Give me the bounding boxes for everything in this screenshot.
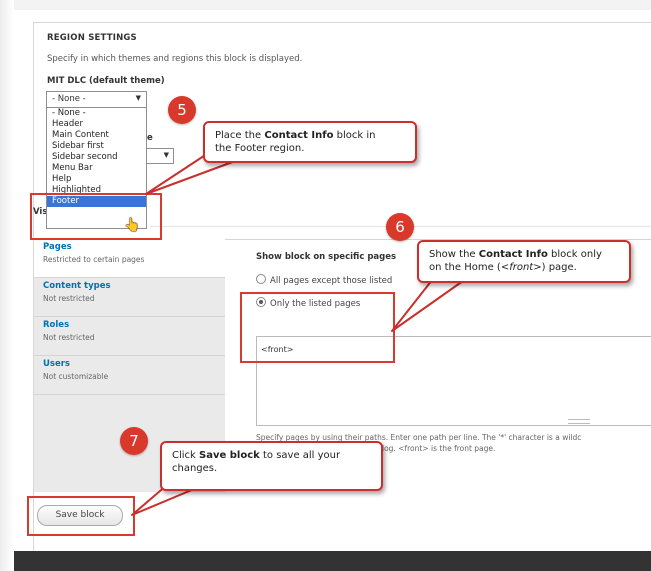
callout-text: ) page.	[541, 262, 577, 273]
callout-italic-text: <front>	[500, 262, 542, 273]
callout-text: the Footer region.	[215, 143, 305, 154]
callout-text: changes.	[172, 463, 218, 474]
callout-bold-text: Contact Info	[264, 130, 334, 141]
callout-text: Show the	[429, 249, 479, 260]
callout-step-6: Show the Contact Info block only on the …	[417, 240, 631, 283]
callout-step-7: Click Save block to save all your change…	[160, 441, 383, 491]
callout-text: to save all your	[259, 450, 341, 461]
callout-text: on the Home (	[429, 262, 501, 273]
step-7-badge: 7	[120, 427, 148, 455]
step-5-badge: 5	[168, 96, 196, 124]
callout-text: block only	[547, 249, 602, 260]
callout-bold-text: Save block	[199, 450, 260, 461]
step-6-badge: 6	[386, 213, 414, 241]
callout-text: Place the	[215, 130, 265, 141]
callout-text: Click	[172, 450, 200, 461]
callout-text: block in	[333, 130, 376, 141]
callout-step-5: Place the Contact Info block in the Foot…	[203, 121, 417, 163]
callout-bold-text: Contact Info	[478, 249, 548, 260]
